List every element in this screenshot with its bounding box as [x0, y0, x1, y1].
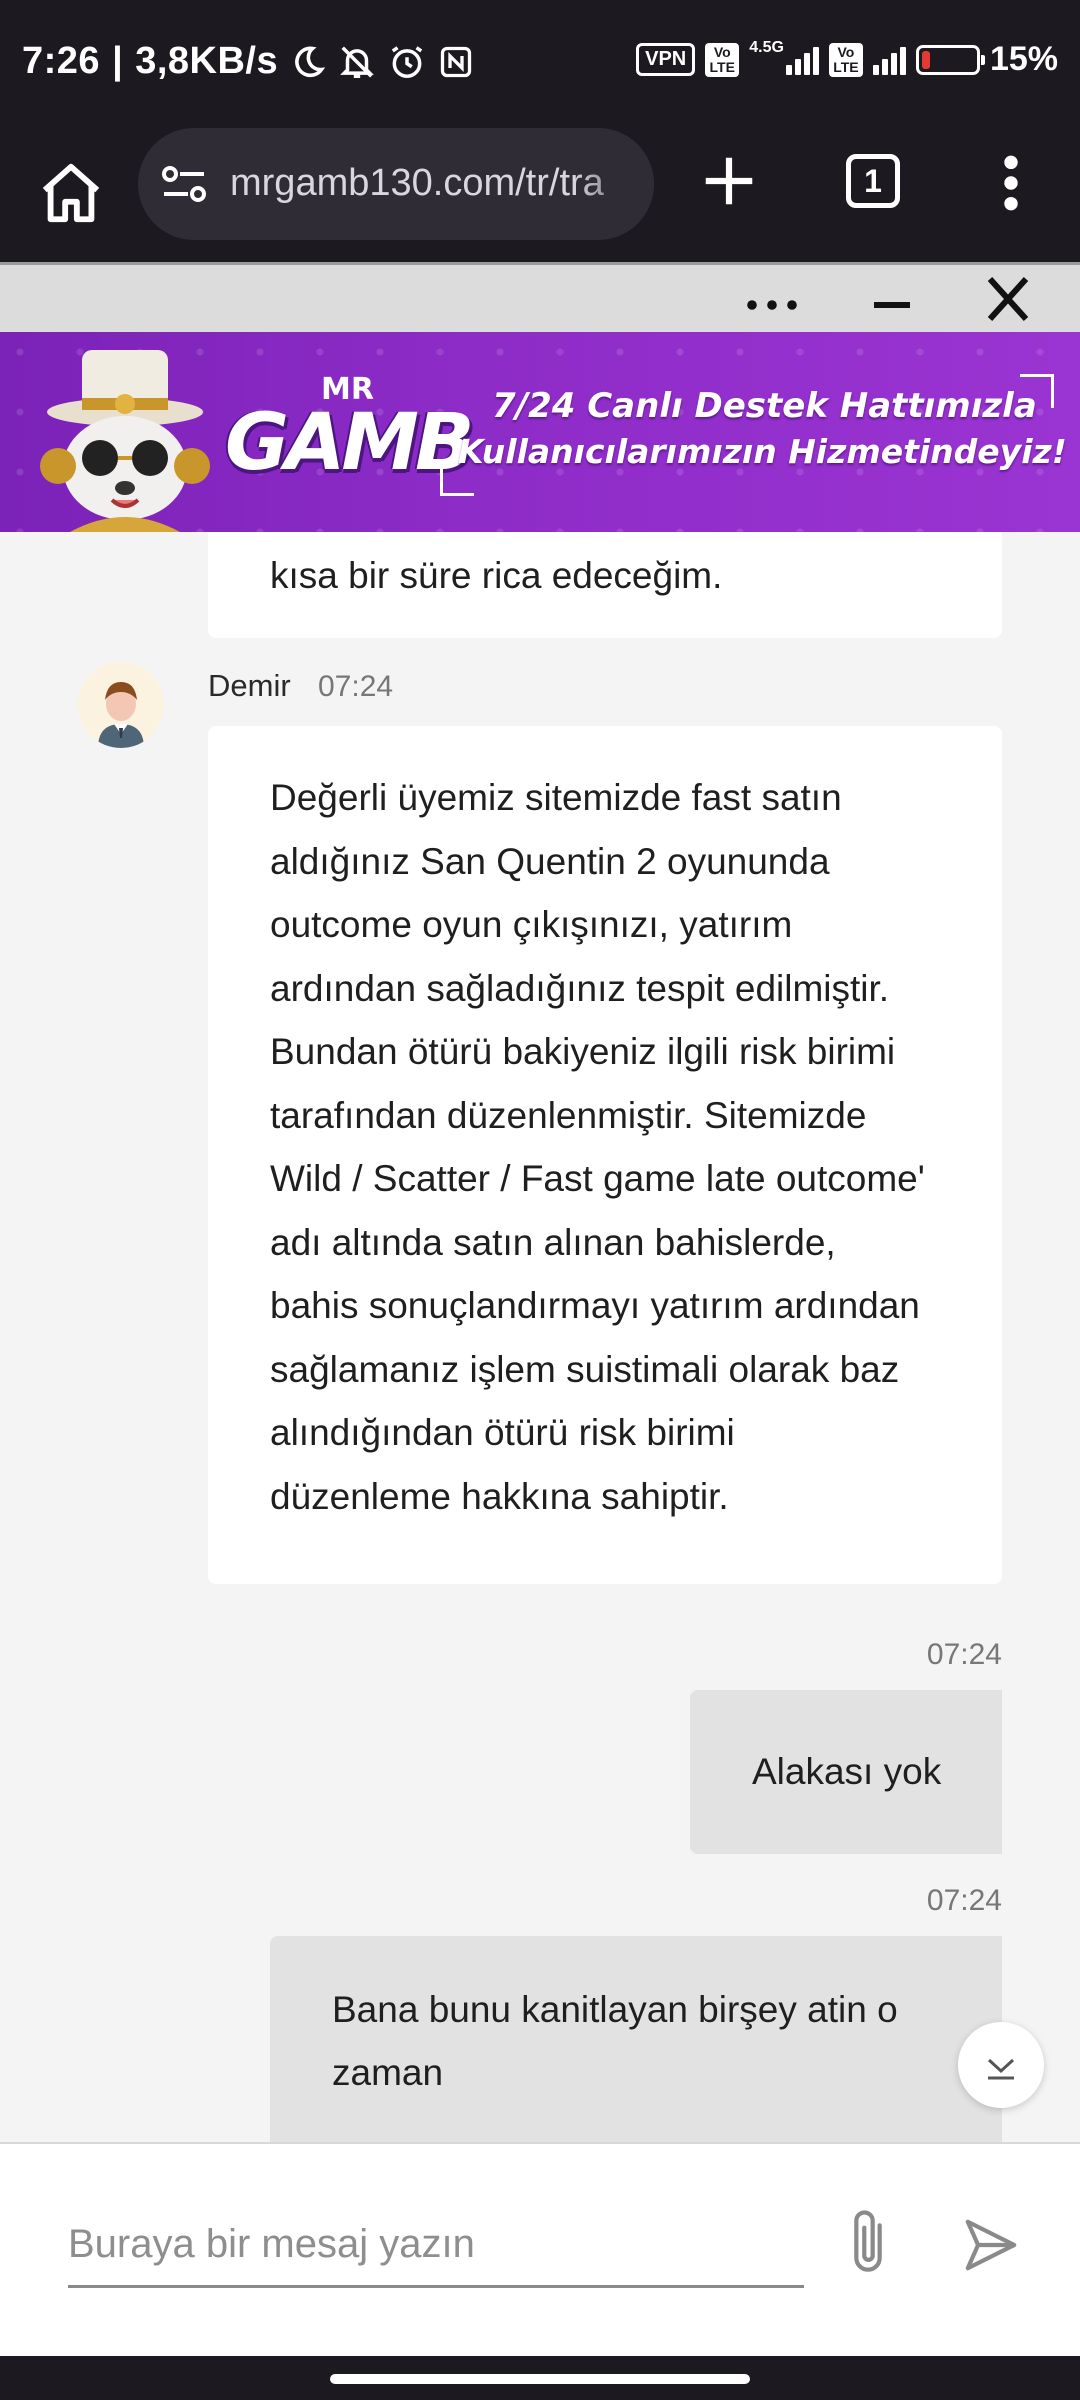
- mascot-image: [40, 350, 210, 532]
- navigation-bar: [0, 2356, 1080, 2400]
- chevron-down-icon: [987, 2058, 1015, 2080]
- message-line: aldığınız San Quentin 2 oyununda: [270, 840, 830, 882]
- chat-widget-header: [0, 262, 1080, 332]
- message-line: Bundan ötürü bakiyeniz ilgili risk birim…: [270, 1031, 896, 1072]
- url-fade: [574, 128, 654, 240]
- status-bar: 7:26 | 3,8KB/s VPN Vo LTE 4.5G Vo LTE 15…: [0, 0, 1080, 128]
- plus-icon[interactable]: [698, 150, 760, 212]
- tab-count: 1: [864, 163, 882, 199]
- site-settings-icon[interactable]: [160, 164, 208, 206]
- message-line: adı altında satın alınan bahislerde,: [270, 1221, 836, 1263]
- message-text: Alakası yok: [752, 1751, 942, 1792]
- volte-badge-2: Vo LTE: [828, 42, 863, 77]
- user-message-time: 07:24: [926, 1638, 1002, 1671]
- home-icon[interactable]: [36, 158, 106, 228]
- avatar: [78, 662, 164, 748]
- message-composer: [0, 2142, 1080, 2356]
- status-speed: 3,8KB/s: [135, 40, 279, 82]
- signal-icon-2: [872, 45, 906, 75]
- message-line: Bana bunu kanitlayan birşey atin o: [332, 1989, 898, 2030]
- message-line: alındığından ötürü risk birimi: [270, 1412, 735, 1453]
- more-horiz-icon[interactable]: [742, 273, 802, 327]
- message-line: bahis sonuçlandırmayı yatırım ardından: [270, 1285, 920, 1326]
- attachment-icon[interactable]: [840, 2206, 896, 2282]
- message-line: sağlamanız işlem suistimali olarak baz: [270, 1348, 900, 1390]
- message-line: zaman: [332, 2052, 444, 2093]
- message-input[interactable]: [68, 2204, 804, 2288]
- home-gesture-handle[interactable]: [330, 2374, 750, 2384]
- message-line: Değerli üyemiz sitemizde fast satın: [270, 777, 842, 818]
- browser-toolbar: mrgamb130.com/tr/tra 1: [0, 128, 1080, 262]
- message-line: ardından sağladığınız tespit edilmiştir.: [270, 967, 890, 1009]
- network-type-label: 4.5G: [749, 38, 784, 56]
- url-text[interactable]: mrgamb130.com/tr/tra: [230, 162, 604, 205]
- status-left: 7:26 | 3,8KB/s: [22, 40, 474, 83]
- message-text: kısa bir süre rica edeceğim.: [270, 555, 723, 596]
- status-separator: |: [112, 40, 124, 82]
- send-icon[interactable]: [960, 2214, 1022, 2276]
- status-time: 7:26: [22, 40, 101, 82]
- tabs-icon[interactable]: 1: [846, 154, 900, 208]
- scroll-to-bottom-button[interactable]: [958, 2022, 1044, 2108]
- nfc-icon: [440, 46, 472, 77]
- chat-messages[interactable]: kısa bir süre rica edeceğim. Demir 07:24…: [0, 532, 1080, 2142]
- banner-headline-2: Kullanıcılarımızın Hizmetindeyiz!: [458, 432, 1067, 471]
- agent-message-time: 07:24: [318, 670, 394, 703]
- battery-level: [921, 50, 930, 69]
- mrgamb-logo: MR GAMB: [225, 372, 474, 502]
- signal-icon: [785, 45, 819, 75]
- alarm-icon: [391, 45, 423, 78]
- support-banner: MR GAMB 7/24 Canlı Destek Hattımızla Kul…: [0, 332, 1080, 532]
- banner-headline-1: 7/24 Canlı Destek Hattımızla: [492, 386, 1037, 426]
- user-message: Alakası yok: [690, 1690, 1002, 1854]
- agent-message-partial: kısa bir süre rica edeceğim.: [208, 532, 1002, 638]
- agent-avatar-icon: [78, 662, 164, 748]
- moon-icon: [295, 46, 326, 77]
- message-line: tarafından düzenlenmiştir. Sitemizde: [270, 1094, 867, 1136]
- user-message-time: 07:24: [926, 1884, 1002, 1917]
- battery-icon: [915, 44, 985, 75]
- status-right: VPN Vo LTE 4.5G Vo LTE 15%: [636, 38, 1058, 79]
- vpn-badge: VPN: [636, 43, 696, 76]
- user-message: Bana bunu kanitlayan birşey atin o zaman: [270, 1936, 1002, 2142]
- more-vert-icon[interactable]: [996, 152, 1026, 214]
- address-bar[interactable]: mrgamb130.com/tr/tra: [138, 128, 654, 240]
- close-icon[interactable]: [978, 273, 1038, 327]
- logo-gamb: GAMB: [225, 398, 474, 488]
- battery-percent: 15%: [989, 40, 1058, 78]
- volte-badge: Vo LTE: [705, 42, 740, 77]
- message-line: düzenleme hakkına sahiptir.: [270, 1475, 729, 1517]
- mute-icon: [340, 46, 374, 78]
- agent-name: Demir: [208, 668, 291, 703]
- message-line: outcome oyun çıkışınızı, yatırım: [270, 904, 793, 945]
- minimize-icon[interactable]: [862, 273, 922, 327]
- agent-message: Değerli üyemiz sitemizde fast satın aldı…: [208, 726, 1002, 1584]
- message-line: Wild / Scatter / Fast game late outcome': [270, 1158, 925, 1199]
